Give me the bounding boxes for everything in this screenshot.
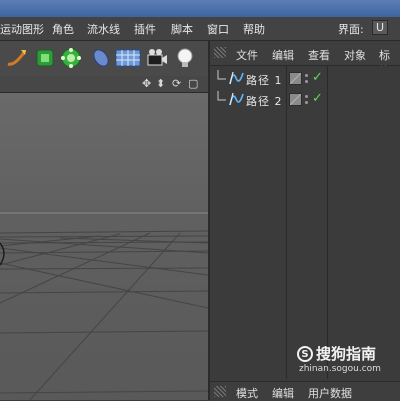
tab-view[interactable]: 查看	[308, 47, 330, 63]
viewport-grid	[0, 212, 208, 400]
pen-icon[interactable]	[4, 45, 30, 71]
gear-icon[interactable]	[58, 45, 84, 71]
maximize-view-icon[interactable]: ▢	[188, 77, 198, 90]
floor-icon[interactable]	[114, 45, 142, 71]
object-list: 路径 1 ✓ 路径 2 ✓	[210, 66, 400, 379]
3d-viewport[interactable]	[0, 93, 208, 400]
list-item[interactable]: 路径 2 ✓	[210, 91, 400, 108]
column-divider	[327, 66, 328, 379]
watermark: S 搜狗指南 zhinan.sogou.com	[297, 343, 381, 374]
object-name[interactable]: 路径 1	[246, 72, 283, 88]
attribute-manager-tabs: 模式 编辑 用户数据	[210, 381, 400, 401]
tab-edit[interactable]: 编辑	[272, 47, 294, 63]
menu-window[interactable]: 窗口	[207, 21, 229, 37]
panel-grip-icon[interactable]	[214, 47, 226, 58]
tab-edit[interactable]: 编辑	[272, 385, 294, 401]
deformer-icon[interactable]	[88, 45, 114, 71]
menu-plugins[interactable]: 插件	[134, 21, 156, 37]
editor-dot-icon[interactable]	[305, 95, 308, 98]
toolbar	[0, 41, 208, 77]
menu-mograph[interactable]: 运动图形	[0, 21, 44, 37]
menu-script[interactable]: 脚本	[171, 21, 193, 37]
camera-icon[interactable]	[144, 45, 170, 71]
object-manager-tabs: 文件 编辑 查看 对象 标签	[210, 41, 400, 78]
move-view-icon[interactable]: ✥	[142, 77, 151, 90]
tab-mode[interactable]: 模式	[236, 385, 258, 401]
tab-file[interactable]: 文件	[236, 47, 258, 63]
list-item[interactable]: 路径 1 ✓	[210, 70, 400, 87]
enabled-check-icon[interactable]: ✓	[312, 70, 323, 85]
tree-line-icon	[217, 70, 244, 85]
menu-pipeline[interactable]: 流水线	[87, 21, 120, 37]
panel-grip-icon[interactable]	[214, 386, 226, 397]
tab-user-data[interactable]: 用户数据	[308, 385, 352, 401]
menu-help[interactable]: 帮助	[243, 21, 265, 37]
tree-line-icon	[217, 91, 244, 106]
viewport-header: ✥ ⬍ ⟳ ▢	[0, 76, 208, 93]
tab-object[interactable]: 对象	[344, 47, 366, 63]
rotate-view-icon[interactable]: ⟳	[172, 77, 181, 90]
editor-dot-icon[interactable]	[305, 74, 308, 77]
layout-label: 界面:	[338, 23, 364, 36]
sogou-logo-icon: S	[297, 345, 313, 362]
menu-character[interactable]: 角色	[52, 21, 74, 37]
column-divider	[286, 66, 287, 379]
render-dot-icon[interactable]	[305, 80, 308, 83]
watermark-url: zhinan.sogou.com	[299, 364, 381, 374]
zoom-view-icon[interactable]: ⬍	[156, 77, 165, 90]
visibility-icon[interactable]	[289, 72, 302, 85]
watermark-title: 搜狗指南	[316, 345, 377, 363]
object-name[interactable]: 路径 2	[246, 93, 283, 109]
enabled-check-icon[interactable]: ✓	[312, 91, 323, 106]
layout-select[interactable]: U	[372, 20, 389, 35]
cube-icon[interactable]	[32, 45, 58, 71]
menu-bar: 运动图形 角色 流水线 插件 脚本 窗口 帮助 界面: U	[0, 17, 400, 41]
window-title-bar	[0, 0, 400, 17]
render-dot-icon[interactable]	[305, 101, 308, 104]
light-icon[interactable]	[172, 45, 198, 71]
visibility-icon[interactable]	[289, 93, 302, 106]
